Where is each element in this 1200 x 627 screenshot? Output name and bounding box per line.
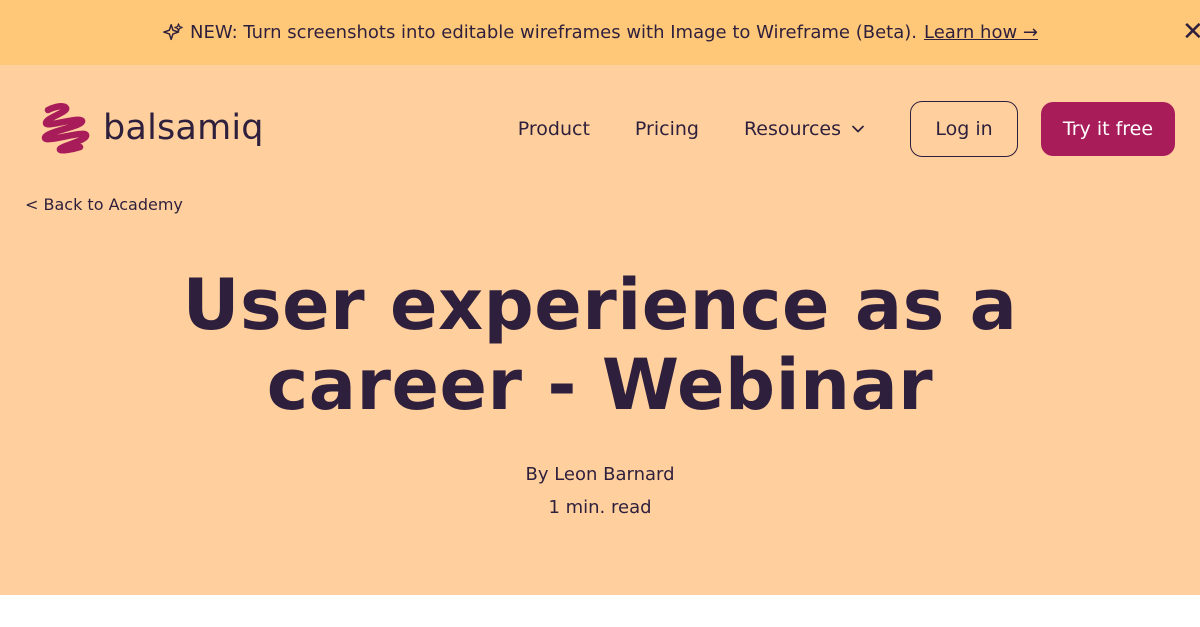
nav-resources[interactable]: Resources bbox=[744, 118, 865, 140]
nav-product[interactable]: Product bbox=[518, 118, 590, 140]
sparkle-icon bbox=[163, 22, 183, 40]
logo-wordmark: balsamiq bbox=[103, 108, 264, 148]
hero-section: balsamiq Product Pricing Resources Log i… bbox=[0, 65, 1200, 595]
announcement-banner: NEW: Turn screenshots into editable wire… bbox=[0, 0, 1200, 65]
learn-how-link[interactable]: Learn how → bbox=[924, 22, 1038, 43]
close-icon[interactable]: ✕ bbox=[1182, 18, 1200, 46]
page-title: User experience as a career - Webinar bbox=[182, 264, 1018, 426]
nav-pricing[interactable]: Pricing bbox=[635, 118, 699, 140]
try-free-button[interactable]: Try it free bbox=[1041, 102, 1175, 156]
article-read-time: 1 min. read bbox=[548, 497, 652, 518]
logo[interactable]: balsamiq bbox=[40, 102, 264, 154]
balsamiq-squiggle-icon bbox=[41, 103, 90, 154]
banner-message: NEW: Turn screenshots into editable wire… bbox=[190, 22, 917, 43]
login-button[interactable]: Log in bbox=[910, 101, 1018, 157]
main-nav: Product Pricing Resources Log in Try it … bbox=[518, 101, 1175, 157]
back-to-academy-link[interactable]: < Back to Academy bbox=[25, 195, 183, 214]
nav-resources-label: Resources bbox=[743, 118, 841, 140]
article-author: By Leon Barnard bbox=[525, 464, 675, 485]
chevron-down-icon bbox=[852, 125, 864, 133]
